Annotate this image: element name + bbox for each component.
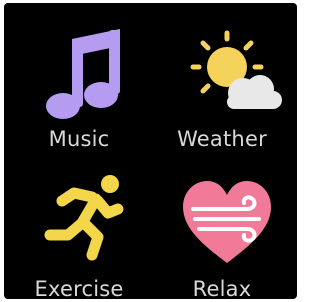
app-tile-relax[interactable]: Relax	[147, 151, 297, 299]
partly-cloudy-icon	[190, 30, 282, 109]
app-tile-music[interactable]: Music	[4, 3, 154, 151]
music-note-icon	[46, 29, 120, 119]
app-tile-exercise[interactable]: Exercise	[4, 151, 154, 299]
app-label-music: Music	[48, 127, 110, 151]
app-label-weather: Weather	[177, 127, 267, 151]
running-person-icon	[44, 175, 124, 261]
heart-wind-icon	[183, 181, 271, 263]
app-label-relax: Relax	[192, 277, 252, 299]
app-tile-weather[interactable]: Weather	[147, 3, 297, 151]
app-label-exercise: Exercise	[34, 277, 124, 299]
app-launcher-screen: Music Weather Exercise Relax	[4, 3, 297, 299]
